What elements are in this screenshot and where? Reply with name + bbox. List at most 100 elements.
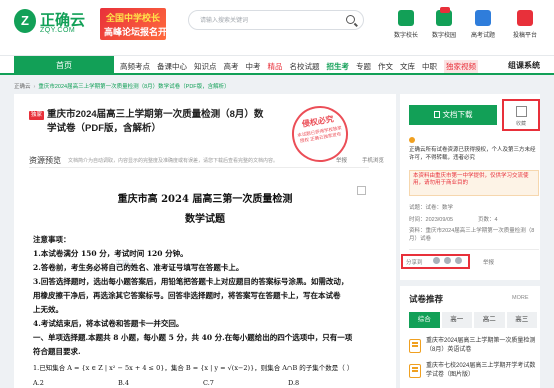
- nav-item[interactable]: 高频考点: [120, 61, 150, 72]
- download-label: 文档下载: [442, 110, 473, 119]
- breadcrumb-current: 重庆市2024届高三上学期第一次质量检测（8月）数学试卷（PDF版，含解析）: [38, 84, 230, 90]
- meta-value: 4: [494, 217, 498, 223]
- paper-line: 1.本试卷满分 150 分，考试时间 120 分钟。: [33, 249, 188, 258]
- paper-line: 3.回答选择题时，选出每小题答案后，用铅笔把答题卡上对应题目的答案标号涂黑。如需…: [33, 277, 349, 286]
- preview-note: 文档简介为自动调取，内容显示的完整度及准确度或有误差，请您下载后查看完整的文档内…: [68, 158, 279, 164]
- wechat-share-icon[interactable]: [433, 257, 440, 264]
- report-link[interactable]: 举报: [336, 156, 347, 164]
- copyright-tip: 正确云所有试卷资源已获得授权，个人及第三方未经许可，不得转载，违者必究: [409, 147, 536, 161]
- favorite-label[interactable]: 收藏: [502, 120, 540, 127]
- paper-line: 用橡皮擦干净后，再选涂其它答案标号。回答非选择题时，将答案写在答题卡上，写在本试…: [33, 291, 341, 300]
- choice: B.4: [118, 379, 129, 387]
- promo-banner-line1: 全国中学校长: [106, 13, 161, 23]
- list-item[interactable]: 重庆市七校2024届高三上学期开学考试数学试卷（图片版）: [409, 362, 539, 384]
- qq-share-icon[interactable]: [444, 257, 451, 264]
- list-item-title[interactable]: 重庆市七校2024届高三上学期开学考试数学试卷（图片版）: [426, 362, 538, 380]
- logo-domain: ZQY.COM: [40, 27, 76, 34]
- paper-line: 4.考试结束后，将本试卷和答题卡一并交回。: [33, 319, 184, 328]
- document-icon: [433, 111, 440, 118]
- tool-label: 数字校园: [431, 33, 456, 39]
- breadcrumb-root[interactable]: 正确云: [14, 84, 31, 90]
- paper-line: 2.答卷前，考生务必将自己的姓名、准考证号填写在答题卡上。: [33, 263, 244, 272]
- paper-line: 一、单项选择题.本题共 8 小题，每小题 5 分，共 40 分.在每小题给出的四…: [33, 333, 353, 342]
- paper-line: 上无效。: [33, 305, 63, 314]
- recommend-title: 试卷推荐: [409, 294, 444, 304]
- nav-item[interactable]: 中考: [246, 61, 261, 72]
- choice: C.7: [203, 379, 214, 387]
- divider: [409, 249, 539, 250]
- favorite-icon[interactable]: [516, 106, 527, 117]
- divider: [29, 167, 369, 168]
- meta-key: 资料: [409, 228, 421, 234]
- nav-special[interactable]: 组课系统: [508, 57, 540, 75]
- list-item[interactable]: 重庆市2024届高三上学期第一次质量检测（8月）英语试卷: [409, 337, 539, 359]
- notice-text: 本资料由重庆市第一中学提供，仅供学习交流使用，请勿用于商业目的: [413, 173, 529, 186]
- meta-value: 重庆市2024届高三上学期第一次质量检测（8月）试卷: [409, 228, 535, 242]
- tool-gaokao-papers[interactable]: 高考试题: [466, 10, 500, 39]
- paper-title: 重庆市高 2024 届高三第一次质量检测: [117, 194, 293, 205]
- warning-icon: [409, 137, 415, 143]
- meta-pages: 页数：4: [478, 217, 498, 223]
- exclusive-badge: 独家: [29, 111, 44, 120]
- new-badge: [440, 7, 450, 13]
- meta-subject: 试题：试卷：数学: [409, 205, 454, 211]
- nav-item[interactable]: 高考: [224, 61, 239, 72]
- nav-item[interactable]: 名校试题: [290, 61, 320, 72]
- meta-source: 资料：重庆市2024届高三上学期第一次质量检测（8月）试卷: [409, 228, 535, 242]
- tool-label: 投稿平台: [512, 33, 537, 39]
- tool-digital-campus[interactable]: 数字校园: [427, 7, 461, 39]
- report-link[interactable]: 举报: [483, 258, 494, 266]
- breadcrumb-separator: ›: [33, 84, 36, 90]
- tool-submission[interactable]: 投稿平台: [508, 10, 542, 39]
- nav-item[interactable]: 独家视频: [444, 59, 478, 73]
- nav-home[interactable]: 首页: [14, 56, 114, 75]
- tab-grade2[interactable]: 高二: [474, 312, 505, 328]
- meta-key: 页数: [478, 217, 490, 223]
- meta-date: 时间：2023/09/05: [409, 217, 454, 223]
- meta-key: 时间: [409, 217, 421, 223]
- principal-icon: [398, 10, 414, 26]
- meta-value: 试卷：数学: [425, 205, 454, 211]
- share-label: 分享到: [406, 260, 423, 266]
- promo-banner[interactable]: 全国中学校长 高峰论坛报名开启: [100, 8, 166, 40]
- tool-label: 数字校长: [393, 33, 418, 39]
- campus-icon: [436, 7, 452, 26]
- submit-icon: [517, 10, 533, 26]
- search-placeholder: 请输入搜索关键词: [200, 18, 249, 24]
- tab-grade1[interactable]: 高一: [441, 312, 472, 328]
- tool-label: 高考试题: [470, 33, 495, 39]
- more-link[interactable]: MORE: [512, 295, 529, 301]
- answer-choices: A.2 B.4 C.7 D.8: [33, 379, 373, 387]
- nav-item[interactable]: 招生考: [327, 61, 350, 72]
- paper-line: 注意事项：: [33, 235, 71, 244]
- preview-heading: 资源预览: [29, 156, 61, 165]
- document-icon: [409, 339, 421, 353]
- paper-line: 1.已知集合 A = {x ∈ Z | x² − 5x + 4 ≤ 0}，集合 …: [33, 364, 354, 372]
- paper-line: 符合题目要求.: [33, 347, 81, 356]
- meta-value: 2023/09/05: [425, 217, 454, 223]
- logo-icon[interactable]: Z: [14, 9, 36, 33]
- search-icon[interactable]: [346, 15, 355, 24]
- nav-item[interactable]: 文库: [400, 61, 415, 72]
- recommend-tabs: 综合 高一 高二 高三: [409, 312, 539, 328]
- choice: D.8: [288, 379, 300, 387]
- nav-item[interactable]: 中职: [422, 61, 437, 72]
- tab-all[interactable]: 综合: [409, 312, 440, 328]
- nav-item[interactable]: 作文: [378, 61, 393, 72]
- tool-digital-principal[interactable]: 数字校长: [389, 10, 423, 39]
- nav-item[interactable]: 知识点: [194, 61, 217, 72]
- promo-banner-line2: 高峰论坛报名开启: [104, 27, 166, 37]
- download-button[interactable]: 文档下载: [409, 105, 497, 125]
- tab-grade3[interactable]: 高三: [506, 312, 537, 328]
- exam-icon: [475, 10, 491, 26]
- document-icon: [409, 364, 421, 378]
- nav-item[interactable]: 专题: [356, 61, 371, 72]
- nav-item[interactable]: 备课中心: [157, 61, 187, 72]
- meta-key: 试题: [409, 205, 421, 211]
- nav-item[interactable]: 精品: [268, 61, 283, 72]
- mobile-view-link[interactable]: 手机浏览: [362, 156, 384, 164]
- weibo-share-icon[interactable]: [455, 257, 462, 264]
- page-title: 重庆市2024届高三上学期第一次质量检测（8月）数学试卷（PDF版，含解析）: [47, 109, 264, 134]
- list-item-title[interactable]: 重庆市2024届高三上学期第一次质量检测（8月）英语试卷: [426, 337, 538, 355]
- paper-subtitle: 数学试题: [185, 214, 225, 225]
